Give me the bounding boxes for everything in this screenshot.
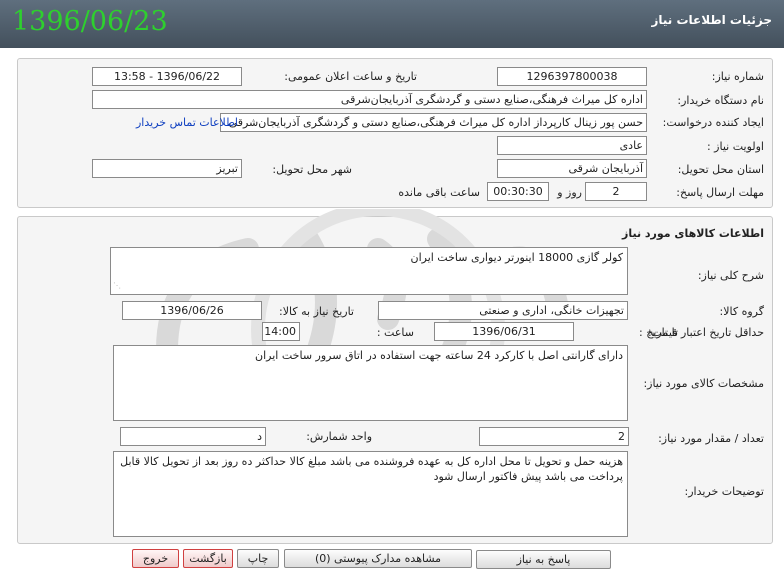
deadline-days-field: 2 xyxy=(585,182,647,201)
quantity-field: 2 xyxy=(479,427,629,446)
city-label: شهر محل تحویل: xyxy=(272,163,352,176)
general-desc-field: کولر گازی 18000 اینورتر دیواری ساخت ایرا… xyxy=(110,247,628,295)
page-header: 1396/06/23 جزئیات اطلاعات نیاز xyxy=(0,0,784,48)
remaining-word: ساعت باقی مانده xyxy=(398,186,480,199)
buyer-contact-link[interactable]: اطلاعات تماس خریدار xyxy=(136,116,238,129)
announce-datetime-field: 1396/06/22 - 13:58 xyxy=(92,67,242,86)
until-date-label: تا تاریخ : xyxy=(639,326,678,339)
goods-section-title: اطلاعات کالاهای مورد نیاز xyxy=(622,227,764,240)
header-date: 1396/06/23 xyxy=(12,6,168,37)
buyer-notes-field: هزینه حمل و تحویل تا محل اداره کل به عهد… xyxy=(113,451,628,537)
specs-field: دارای گارانتی اصل با کارکرد 24 ساعته جهت… xyxy=(113,345,628,421)
buyer-org-label: نام دستگاه خریدار: xyxy=(677,94,764,107)
need-number-field: 1296397800038 xyxy=(497,67,647,86)
deadline-time-field: 00:30:30 xyxy=(487,182,549,201)
goods-info-panel: اطلاعات کالاهای مورد نیاز شرح کلی نیاز: … xyxy=(17,209,773,544)
goods-group-field: تجهیزات خانگی، اداری و صنعتی xyxy=(378,301,628,320)
announce-datetime-label: تاریخ و ساعت اعلان عمومی: xyxy=(284,70,417,83)
province-label: استان محل تحویل: xyxy=(677,163,764,176)
unit-field: د xyxy=(120,427,266,446)
general-desc-text: کولر گازی 18000 اینورتر دیواری ساخت ایرا… xyxy=(410,251,623,264)
reply-button[interactable]: پاسخ به نیاز xyxy=(476,550,611,569)
priority-label: اولویت نیاز : xyxy=(706,140,764,153)
need-number-label: شماره نیاز: xyxy=(711,70,764,83)
general-desc-label: شرح کلی نیاز: xyxy=(697,269,764,282)
deadline-label: مهلت ارسال پاسخ: xyxy=(676,186,764,199)
quantity-label: تعداد / مقدار مورد نیاز: xyxy=(658,432,764,445)
exit-button[interactable]: خروج xyxy=(132,549,179,568)
page-title: جزئیات اطلاعات نیاز xyxy=(651,13,772,27)
need-date-field: 1396/06/26 xyxy=(122,301,262,320)
print-button[interactable]: چاپ xyxy=(237,549,279,568)
specs-label: مشخصات کالای مورد نیاز: xyxy=(643,377,764,390)
resize-grip-icon[interactable]: ⋰ xyxy=(113,278,121,293)
until-date-field: 1396/06/31 xyxy=(434,322,574,341)
province-field: آذربایجان شرقی xyxy=(497,159,647,178)
buyer-org-field: اداره کل میراث فرهنگی،صنایع دستی و گردشگ… xyxy=(92,90,647,109)
need-info-panel: شماره نیاز: 1296397800038 تاریخ و ساعت ا… xyxy=(17,58,773,208)
need-date-label: تاریخ نیاز به کالا: xyxy=(279,305,354,318)
buyer-notes-text: هزینه حمل و تحویل تا محل اداره کل به عهد… xyxy=(120,455,623,483)
requester-field: حسن پور زینال کارپرداز اداره کل میراث فر… xyxy=(220,113,647,132)
buyer-notes-label: توضیحات خریدار: xyxy=(684,485,765,498)
validity-time-field: 14:00 xyxy=(262,322,300,341)
view-attachments-button[interactable]: مشاهده مدارک پیوستی (0) xyxy=(284,549,472,568)
unit-label: واحد شمارش: xyxy=(306,430,372,443)
specs-text: دارای گارانتی اصل با کارکرد 24 ساعته جهت… xyxy=(255,349,623,362)
goods-group-label: گروه کالا: xyxy=(719,305,764,318)
days-word: روز و xyxy=(557,186,582,199)
validity-time-label: ساعت : xyxy=(376,326,414,339)
requester-label: ایجاد کننده درخواست: xyxy=(662,116,764,129)
back-button[interactable]: بازگشت xyxy=(183,549,233,568)
priority-field: عادی xyxy=(497,136,647,155)
city-field: تبریز xyxy=(92,159,242,178)
